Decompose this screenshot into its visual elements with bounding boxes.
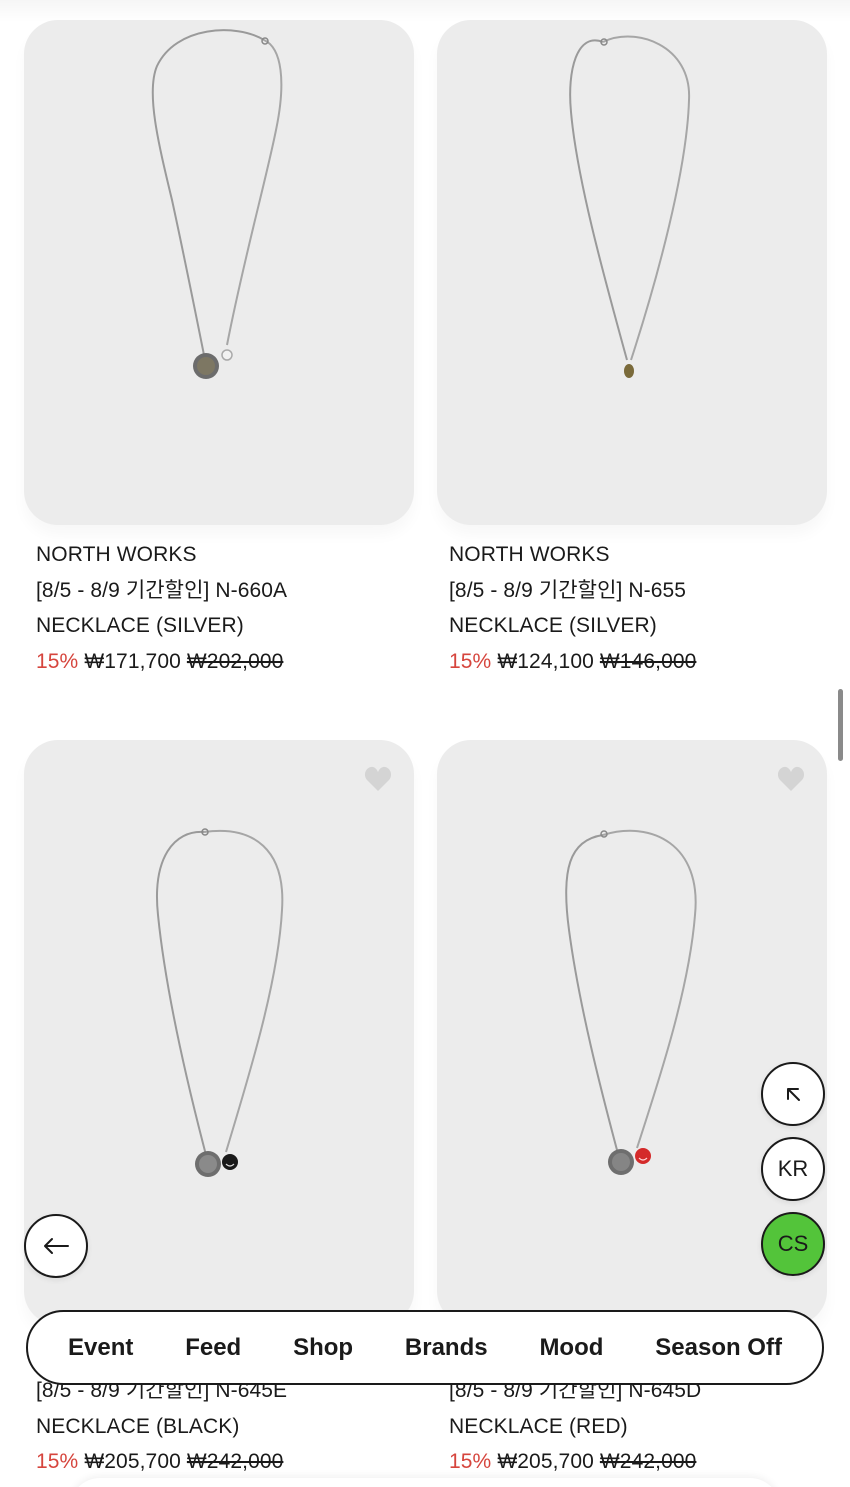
nav-event[interactable]: Event	[68, 1334, 133, 1362]
original-price: ₩242,000	[599, 1450, 697, 1473]
price-row: 15% ₩205,700 ₩242,000	[36, 1444, 289, 1480]
original-price: ₩146,000	[599, 649, 697, 673]
sale-price: ₩205,700	[84, 1450, 181, 1473]
nav-shop[interactable]: Shop	[293, 1334, 353, 1362]
customer-service-button[interactable]: CS	[761, 1212, 825, 1276]
scrollbar[interactable]	[838, 689, 843, 761]
product-info: NORTH WORKS [8/5 - 8/9 기간할인] N-660A NECK…	[36, 537, 289, 679]
discount-rate: 15%	[449, 1450, 492, 1473]
product-image[interactable]	[437, 20, 827, 525]
product-image[interactable]	[24, 20, 414, 525]
product-variant: NECKLACE (SILVER)	[36, 614, 244, 637]
discount-rate: 15%	[36, 649, 79, 673]
top-fade	[0, 0, 850, 22]
nav-feed[interactable]: Feed	[185, 1334, 241, 1362]
product-info: [8/5 - 8/9 기간할인] N-645D NECKLACE (RED) 1…	[449, 1373, 702, 1480]
original-price: ₩242,000	[186, 1450, 284, 1473]
wishlist-heart-icon[interactable]	[777, 766, 805, 792]
product-variant: NECKLACE (BLACK)	[36, 1414, 240, 1438]
product-brand: NORTH WORKS	[449, 543, 610, 566]
sale-price: ₩171,700	[84, 649, 181, 673]
discount-rate: 15%	[449, 649, 492, 673]
sale-price: ₩205,700	[497, 1450, 594, 1473]
product-variant: NECKLACE (RED)	[449, 1414, 628, 1438]
product-brand: NORTH WORKS	[36, 543, 197, 566]
scroll-top-button[interactable]	[761, 1062, 825, 1126]
necklace-image	[569, 35, 691, 378]
back-button[interactable]	[24, 1214, 88, 1278]
price-row: 15% ₩124,100 ₩146,000	[449, 644, 702, 680]
product-info: [8/5 - 8/9 기간할인] N-645E NECKLACE (BLACK)…	[36, 1373, 289, 1480]
original-price: ₩202,000	[186, 649, 284, 673]
nav-brands[interactable]: Brands	[405, 1334, 488, 1362]
nav-season-off[interactable]: Season Off	[655, 1334, 782, 1362]
arrow-up-left-icon	[787, 1088, 800, 1101]
language-button[interactable]: KR	[761, 1137, 825, 1201]
bottom-sheet-edge	[70, 1478, 780, 1487]
product-name: [8/5 - 8/9 기간할인] N-660A	[36, 578, 288, 602]
product-info: NORTH WORKS [8/5 - 8/9 기간할인] N-655 NECKL…	[449, 537, 702, 679]
nav-mood[interactable]: Mood	[539, 1334, 603, 1362]
sale-price: ₩124,100	[497, 649, 594, 673]
product-variant: NECKLACE (SILVER)	[449, 614, 657, 637]
product-name: [8/5 - 8/9 기간할인] N-655	[449, 578, 687, 602]
necklace-image	[151, 29, 283, 379]
wishlist-heart-icon[interactable]	[364, 766, 392, 792]
discount-rate: 15%	[36, 1450, 79, 1473]
price-row: 15% ₩171,700 ₩202,000	[36, 644, 289, 680]
price-row: 15% ₩205,700 ₩242,000	[449, 1444, 702, 1480]
bottom-nav: Event Feed Shop Brands Mood Season Off	[26, 1310, 824, 1385]
arrow-left-icon	[44, 1238, 69, 1254]
